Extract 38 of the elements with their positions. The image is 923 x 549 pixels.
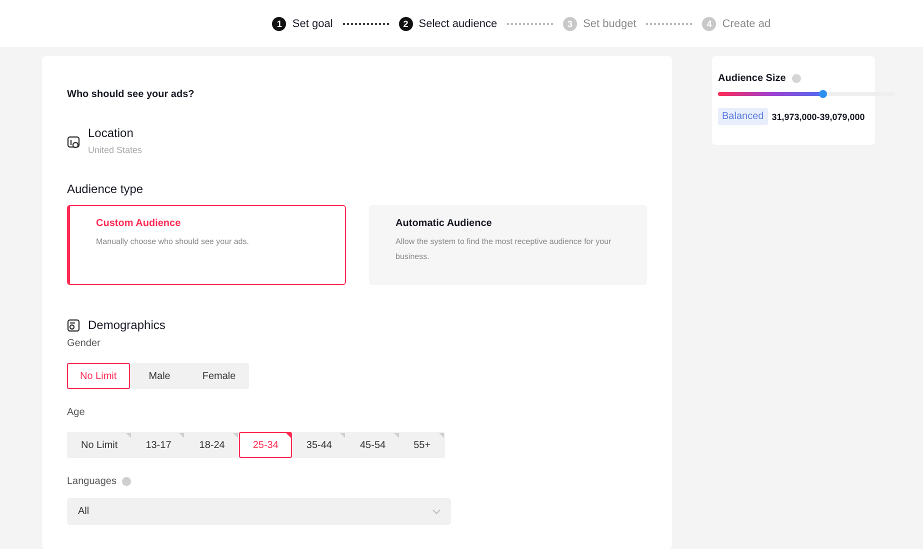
select-value: All <box>78 506 90 517</box>
gender-option[interactable]: Male <box>130 363 190 389</box>
option-title: Automatic Audience <box>396 218 493 229</box>
help-icon <box>792 74 801 83</box>
languages-label: Languages <box>67 476 116 487</box>
section-label: Audience type <box>67 182 144 196</box>
gender-option[interactable]: Female <box>189 363 249 389</box>
location-icon <box>67 136 80 149</box>
step-label[interactable]: Select audience <box>418 18 498 30</box>
demographics-icon <box>67 318 80 332</box>
age-option[interactable]: 25-34 <box>238 432 292 458</box>
option-description: Allow the system to find the most receptive audience for your business. <box>396 236 612 263</box>
age-option[interactable]: 45-54 <box>346 432 400 458</box>
audience-option[interactable]: Automatic Audience Allow the system to find the most receptive audience for your business. <box>368 205 647 285</box>
step-number: 2 <box>398 16 413 30</box>
help-icon <box>122 477 130 486</box>
audience-option[interactable]: Custom Audience Manually choose who should see your ads. <box>67 205 346 285</box>
form-heading: Who should see your ads? <box>67 89 196 100</box>
location-value: United States <box>88 145 142 155</box>
option-description: Manually choose who should see your ads. <box>96 236 250 248</box>
audience-range: 31,973,000-39,079,000 <box>772 112 865 122</box>
step-label[interactable]: Set goal <box>292 18 333 30</box>
age-label: Age <box>67 407 86 418</box>
gender-label: Gender <box>67 338 102 349</box>
location-label: Location <box>88 126 134 140</box>
age-option[interactable]: No Limit <box>67 432 132 458</box>
age-option[interactable]: 55+ <box>400 432 445 458</box>
gender-option[interactable]: No Limit <box>67 363 130 389</box>
section-label: Demographics <box>88 318 166 332</box>
balanced-tag: Balanced <box>718 108 768 125</box>
age-option[interactable]: 35-44 <box>292 432 346 458</box>
age-option[interactable]: 18-24 <box>185 432 239 458</box>
option-title: Custom Audience <box>96 218 182 229</box>
chevron-down-icon <box>432 508 441 514</box>
step-number: 1 <box>272 16 286 30</box>
age-option[interactable]: 13-17 <box>132 432 186 458</box>
languages-select[interactable]: All <box>67 498 451 525</box>
audience-size-title: Audience Size <box>718 73 786 84</box>
